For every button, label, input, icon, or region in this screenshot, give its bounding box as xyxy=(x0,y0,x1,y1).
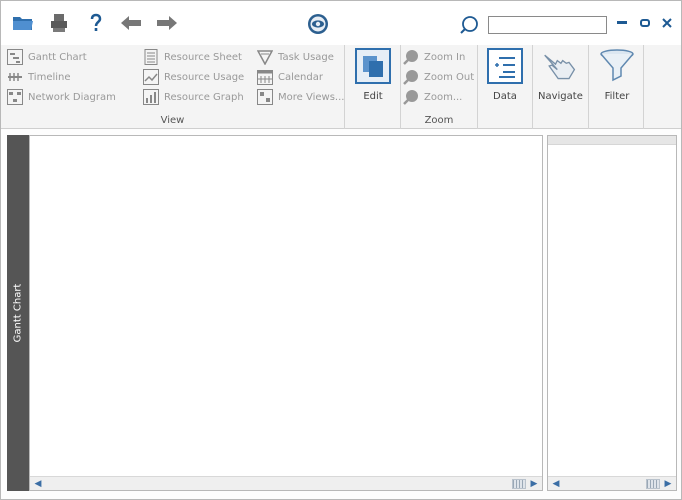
more-views-icon xyxy=(257,89,273,105)
close-icon[interactable] xyxy=(659,15,675,31)
filter-button[interactable]: Filter xyxy=(599,48,635,102)
gantt-chart-label: Gantt Chart xyxy=(28,51,87,63)
zoom-in-icon xyxy=(403,49,419,65)
network-diagram-label: Network Diagram xyxy=(28,91,116,103)
view-group-label: View xyxy=(160,115,185,126)
search-input[interactable] xyxy=(488,16,607,34)
gantt-chart-icon xyxy=(7,49,23,65)
timeline-button[interactable]: Timeline xyxy=(7,68,71,86)
edit-icon xyxy=(355,48,391,84)
edit-group: Edit xyxy=(345,45,401,129)
task-usage-icon xyxy=(256,49,274,66)
scroll-thumb[interactable] xyxy=(512,479,526,489)
restore-icon[interactable] xyxy=(637,15,653,31)
zoom-out-button[interactable]: Zoom Out xyxy=(403,68,474,86)
scroll-right-icon[interactable]: ▶ xyxy=(662,478,674,490)
network-diagram-icon xyxy=(7,89,23,105)
zoom-out-label: Zoom Out xyxy=(424,71,475,83)
gantt-table-pane[interactable]: ◀ ▶ xyxy=(29,135,543,491)
scroll-right-icon[interactable]: ▶ xyxy=(528,478,540,490)
zoom-out-icon xyxy=(403,69,419,85)
gantt-chart-pane[interactable]: ◀ ▶ xyxy=(547,135,677,491)
open-folder-icon[interactable] xyxy=(11,11,35,35)
calendar-icon xyxy=(257,69,273,85)
resource-sheet-label: Resource Sheet xyxy=(164,51,242,63)
task-usage-label: Task Usage xyxy=(278,51,334,63)
zoom-in-label: Zoom In xyxy=(424,51,466,63)
zoom-group: Zoom In Zoom Out Zoom... Zoom xyxy=(401,45,478,129)
timeline-label: Timeline xyxy=(28,71,71,83)
timescale-header xyxy=(548,136,676,145)
filter-group: Filter xyxy=(589,45,644,129)
resource-graph-label: Resource Graph xyxy=(164,91,244,103)
funnel-icon xyxy=(599,48,635,84)
scroll-left-icon[interactable]: ◀ xyxy=(550,478,562,490)
ribbon: Gantt Chart Timeline Network Diagram Res… xyxy=(1,45,681,129)
resource-graph-button[interactable]: Resource Graph xyxy=(143,88,244,106)
gantt-chart-button[interactable]: Gantt Chart xyxy=(7,48,87,66)
zoom-custom-label: Zoom... xyxy=(424,91,463,103)
more-views-button[interactable]: More Views... xyxy=(257,88,344,106)
data-group: Data xyxy=(478,45,533,129)
zoom-in-button[interactable]: Zoom In xyxy=(403,48,465,66)
filter-label: Filter xyxy=(604,91,630,102)
scroll-thumb[interactable] xyxy=(646,479,660,489)
scroll-left-icon[interactable]: ◀ xyxy=(32,478,44,490)
minimize-icon[interactable] xyxy=(614,15,630,31)
zoom-group-label: Zoom xyxy=(424,115,454,126)
view-group: Gantt Chart Timeline Network Diagram Res… xyxy=(1,45,345,129)
calendar-label: Calendar xyxy=(278,71,323,83)
network-diagram-button[interactable]: Network Diagram xyxy=(7,88,116,106)
back-arrow-icon[interactable] xyxy=(119,11,143,35)
main-horizontal-scrollbar[interactable]: ◀ ▶ xyxy=(30,476,542,490)
zoom-custom-icon xyxy=(403,89,419,105)
hand-pointer-icon xyxy=(542,48,578,84)
data-icon xyxy=(487,48,523,84)
search-icon[interactable] xyxy=(459,15,479,35)
edit-button[interactable]: Edit xyxy=(355,48,391,102)
resource-graph-icon xyxy=(143,89,159,105)
navigate-button[interactable]: Navigate xyxy=(538,48,583,102)
resource-sheet-button[interactable]: Resource Sheet xyxy=(143,48,242,66)
more-views-label: More Views... xyxy=(278,91,345,103)
timeline-icon xyxy=(7,69,23,85)
app-window: Gantt Chart Timeline Network Diagram Res… xyxy=(0,0,682,500)
resource-usage-button[interactable]: Resource Usage xyxy=(143,68,244,86)
calendar-button[interactable]: Calendar xyxy=(257,68,323,86)
view-bar[interactable]: Gantt Chart xyxy=(7,135,29,491)
resource-usage-icon xyxy=(143,69,159,85)
data-label: Data xyxy=(493,91,517,102)
title-bar xyxy=(1,1,681,45)
view-bar-label: Gantt Chart xyxy=(12,283,24,343)
resource-sheet-icon xyxy=(143,49,159,65)
help-icon[interactable] xyxy=(84,11,108,35)
forward-arrow-icon[interactable] xyxy=(155,11,179,35)
data-button[interactable]: Data xyxy=(487,48,523,102)
resource-usage-label: Resource Usage xyxy=(164,71,245,83)
print-icon[interactable] xyxy=(47,11,71,35)
chart-horizontal-scrollbar[interactable]: ◀ ▶ xyxy=(548,476,676,490)
app-eye-icon xyxy=(307,13,329,35)
edit-label: Edit xyxy=(363,91,383,102)
task-usage-button[interactable]: Task Usage xyxy=(256,48,334,66)
navigate-label: Navigate xyxy=(538,91,583,102)
zoom-custom-button[interactable]: Zoom... xyxy=(403,88,462,106)
navigate-group: Navigate xyxy=(533,45,589,129)
